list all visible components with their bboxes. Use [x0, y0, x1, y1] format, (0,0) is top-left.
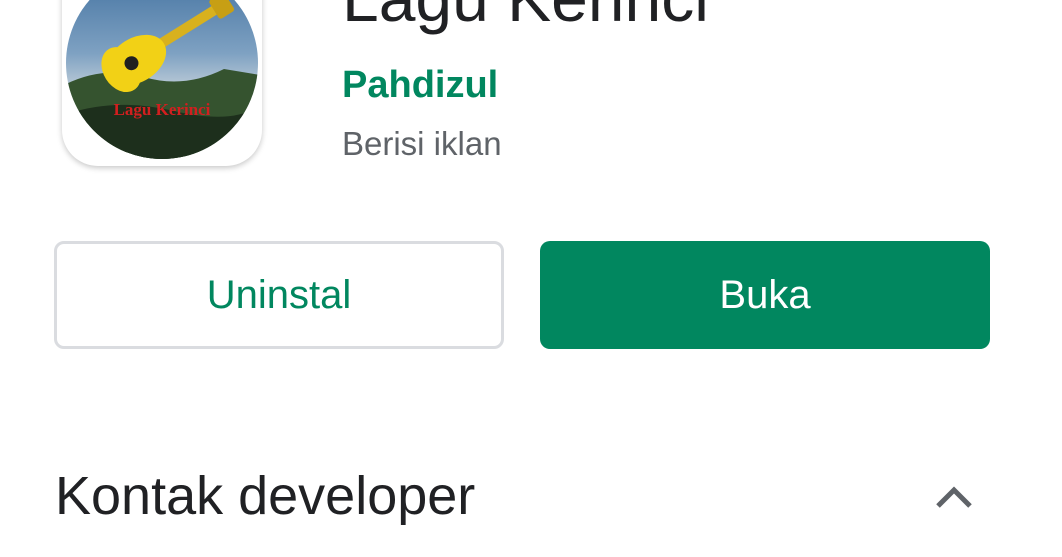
- uninstall-button-label: Uninstal: [206, 272, 352, 317]
- app-icon: Lagu Kerinci: [62, 0, 262, 166]
- uninstall-button[interactable]: Uninstal: [54, 241, 504, 349]
- contains-ads-label: Berisi iklan: [342, 125, 502, 162]
- chevron-up-icon[interactable]: [930, 474, 978, 522]
- developer-contact-heading[interactable]: Kontak developer: [55, 464, 475, 528]
- app-title: Lagu Kerinci: [342, 0, 709, 38]
- developer-link[interactable]: Pahdizul: [342, 62, 498, 108]
- open-button[interactable]: Buka: [540, 241, 990, 349]
- open-button-label: Buka: [719, 272, 811, 317]
- svg-text:Lagu Kerinci: Lagu Kerinci: [114, 100, 211, 119]
- guitar-logo-icon: Lagu Kerinci: [66, 0, 258, 159]
